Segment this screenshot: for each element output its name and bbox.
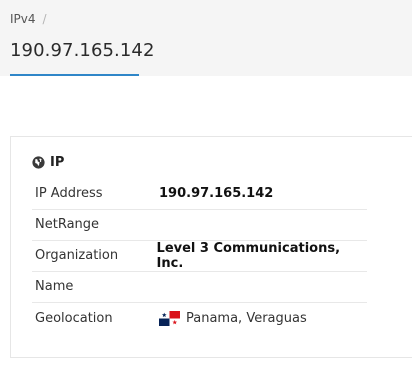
breadcrumb-separator: / xyxy=(42,12,47,26)
row-label: IP Address xyxy=(35,186,103,201)
geolocation-text: Panama, Veraguas xyxy=(186,311,307,326)
panama-flag-icon xyxy=(159,311,180,326)
ip-info-card: IP IP Address 190.97.165.142 NetRange Or… xyxy=(10,136,412,358)
globe-icon xyxy=(32,155,45,169)
row-value: Panama, Veraguas xyxy=(159,311,307,326)
row-label: Geolocation xyxy=(35,311,113,326)
row-ip-address: IP Address 190.97.165.142 xyxy=(32,178,367,210)
title-underline xyxy=(10,74,139,76)
row-value: Level 3 Communications, Inc. xyxy=(156,240,341,271)
row-netrange: NetRange xyxy=(32,209,367,241)
card-title: IP xyxy=(32,154,64,170)
page-title: 190.97.165.142 xyxy=(10,40,155,61)
row-value: 190.97.165.142 xyxy=(159,186,274,201)
breadcrumb-item-ipv4[interactable]: IPv4 xyxy=(10,12,36,26)
row-label: Organization xyxy=(35,248,119,263)
row-organization: Organization Level 3 Communications, Inc… xyxy=(32,240,367,272)
row-label: NetRange xyxy=(35,217,100,232)
row-geolocation: Geolocation Panama, Veraguas xyxy=(32,303,367,334)
page-header: IPv4 / 190.97.165.142 xyxy=(0,0,412,76)
breadcrumb: IPv4 / xyxy=(10,12,47,26)
row-label: Name xyxy=(35,279,74,294)
card-title-label: IP xyxy=(50,154,65,170)
row-name: Name xyxy=(32,271,367,303)
